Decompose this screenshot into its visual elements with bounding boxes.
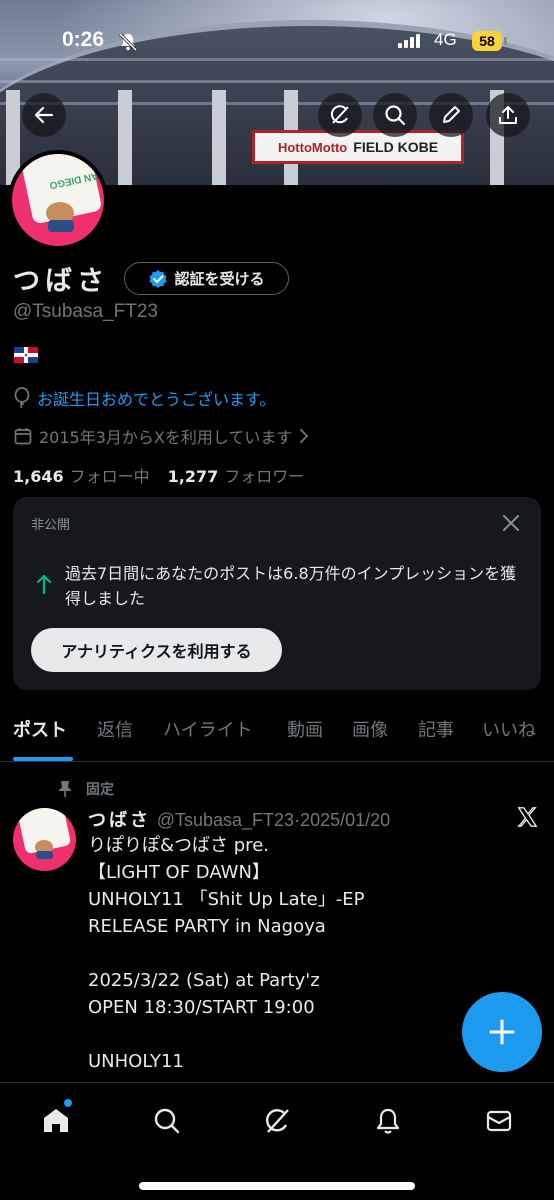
notifications-icon bbox=[376, 1108, 400, 1134]
tab-photos[interactable]: 画像 bbox=[352, 716, 388, 742]
banner-stripe bbox=[0, 102, 554, 105]
post-author-name[interactable]: つばさ bbox=[88, 810, 151, 831]
active-tab-indicator bbox=[13, 757, 73, 761]
pin-icon bbox=[59, 781, 71, 797]
nav-notifications[interactable] bbox=[368, 1101, 408, 1141]
tab-articles[interactable]: 記事 bbox=[418, 716, 454, 742]
get-verified-button[interactable]: 認証を受ける bbox=[124, 262, 289, 295]
birthday-text[interactable]: お誕生日おめでとうございます。 bbox=[37, 386, 275, 410]
following-count: 1,646 bbox=[13, 467, 64, 486]
followers-count: 1,277 bbox=[167, 467, 219, 486]
sign-right-text: FIELD KOBE bbox=[353, 139, 439, 155]
following-link[interactable]: 1,646 フォロー中 bbox=[13, 463, 150, 487]
profile-avatar[interactable]: SAN DIEGO 23 bbox=[8, 150, 108, 250]
share-button[interactable] bbox=[486, 93, 530, 137]
post-author-handle: @Tsubasa_FT23 bbox=[156, 810, 295, 830]
plus-icon bbox=[489, 1019, 515, 1045]
analytics-button[interactable]: アナリティクスを利用する bbox=[31, 628, 282, 672]
tab-likes[interactable]: いいね bbox=[482, 716, 536, 742]
followers-link[interactable]: 1,277 フォロワー bbox=[168, 463, 305, 487]
x-logo-icon bbox=[517, 807, 538, 827]
follow-counts: 1,646 フォロー中 1,277 フォロワー bbox=[13, 463, 304, 487]
nav-home[interactable] bbox=[36, 1101, 76, 1141]
banner-stripe bbox=[0, 80, 554, 83]
tab-highlights[interactable]: ハイライト bbox=[163, 716, 253, 742]
banner-pillar bbox=[212, 90, 226, 185]
post-text[interactable]: りぽりぽ&つばさ pre. 【LIGHT OF DAWN】 UNHOLY11 「… bbox=[88, 832, 528, 1080]
balloon-icon bbox=[14, 387, 30, 409]
get-verified-label: 認証を受ける bbox=[174, 270, 265, 288]
sign-left-text: HottoMotto bbox=[277, 139, 348, 155]
analytics-card: 非公開 過去7日間にあなたのポストは6.8万件のインプレッションを獲得しました … bbox=[13, 497, 541, 690]
share-icon bbox=[499, 106, 517, 124]
following-label: フォロー中 bbox=[69, 467, 150, 486]
nav-search[interactable] bbox=[147, 1101, 187, 1141]
private-label: 非公開 bbox=[31, 518, 71, 533]
profile-tabs: ポスト 返信 ハイライト 動画 画像 記事 いいね bbox=[0, 700, 554, 762]
messages-icon bbox=[486, 1110, 512, 1132]
display-name: つばさ bbox=[13, 266, 109, 297]
mute-bell-icon bbox=[118, 32, 138, 52]
pinned-indicator: 固定 bbox=[58, 779, 114, 799]
search-icon bbox=[154, 1108, 180, 1134]
search-button[interactable] bbox=[373, 93, 417, 137]
status-bar: 0:26 4G 58 bbox=[0, 26, 554, 60]
home-indicator-bar[interactable] bbox=[139, 1182, 415, 1190]
compose-post-button[interactable] bbox=[462, 992, 542, 1072]
network-type: 4G bbox=[434, 30, 457, 49]
tab-posts[interactable]: ポスト bbox=[13, 716, 67, 742]
home-notification-dot bbox=[64, 1099, 72, 1107]
nav-messages[interactable] bbox=[479, 1101, 519, 1141]
user-handle: @Tsubasa_FT23 bbox=[13, 301, 158, 322]
nav-grok[interactable] bbox=[257, 1101, 297, 1141]
post-author-avatar[interactable] bbox=[13, 808, 76, 871]
joined-date-row[interactable]: 2015年3月からXを利用しています bbox=[13, 424, 310, 448]
avatar-cap bbox=[36, 851, 53, 859]
edit-icon bbox=[443, 106, 460, 123]
grok-icon bbox=[330, 105, 349, 124]
joined-date-text: 2015年3月からXを利用しています bbox=[39, 428, 293, 447]
close-icon[interactable] bbox=[499, 511, 523, 535]
cellular-signal-icon bbox=[398, 34, 420, 48]
back-icon bbox=[34, 106, 54, 124]
tab-replies[interactable]: 返信 bbox=[97, 716, 133, 742]
calendar-icon bbox=[14, 428, 32, 445]
battery-level: 58 bbox=[479, 33, 495, 49]
arrow-up-icon bbox=[36, 574, 52, 595]
grok-button[interactable] bbox=[318, 93, 362, 137]
avatar-cap bbox=[48, 220, 74, 232]
edit-button[interactable] bbox=[429, 93, 473, 137]
search-icon bbox=[385, 105, 406, 126]
dominican-flag-icon bbox=[14, 347, 38, 363]
banner-sign: HottoMotto FIELD KOBE bbox=[252, 130, 464, 164]
post-date[interactable]: 2025/01/20 bbox=[300, 810, 390, 830]
back-button[interactable] bbox=[22, 93, 66, 137]
verified-badge-icon bbox=[149, 269, 168, 288]
birthday-row: お誕生日おめでとうございます。 bbox=[13, 386, 275, 410]
home-icon bbox=[44, 1109, 68, 1132]
battery-icon: 58 bbox=[472, 31, 502, 51]
post-header: つばさ @Tsubasa_FT23·2025/01/20 bbox=[88, 806, 390, 832]
pinned-label: 固定 bbox=[86, 782, 114, 798]
status-time: 0:26 bbox=[62, 28, 105, 51]
tab-videos[interactable]: 動画 bbox=[287, 716, 323, 742]
chevron-right-icon bbox=[300, 429, 309, 443]
battery-tip bbox=[504, 37, 507, 45]
grok-icon bbox=[266, 1109, 289, 1133]
followers-label: フォロワー bbox=[224, 467, 305, 486]
banner-pillar bbox=[118, 90, 132, 185]
impressions-message: 過去7日間にあなたのポストは6.8万件のインプレッションを獲得しました bbox=[65, 564, 517, 608]
